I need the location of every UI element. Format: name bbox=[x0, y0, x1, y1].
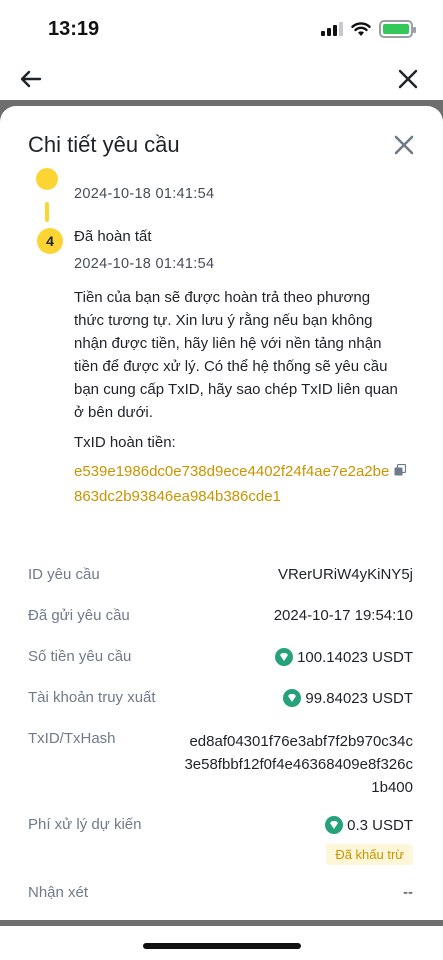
sheet-title: Chi tiết yêu cầu bbox=[28, 132, 180, 157]
txid-hash-label: TxID/TxHash bbox=[28, 730, 116, 747]
timeline-step-4-badge: 4 bbox=[37, 228, 63, 254]
retrieval-account-value: 99.84023 USDT bbox=[305, 689, 413, 707]
detail-row-processing-fee: Phí xử lý dự kiến 0.3 USDT Đã khấu trừ bbox=[28, 816, 413, 872]
sent-request-label: Đã gửi yêu cầu bbox=[28, 607, 130, 624]
home-indicator[interactable] bbox=[143, 943, 301, 949]
request-id-label: ID yêu cầu bbox=[28, 566, 100, 583]
sheet-close-icon[interactable] bbox=[393, 134, 415, 156]
back-arrow-icon[interactable] bbox=[16, 64, 46, 94]
requested-amount-value: 100.14023 USDT bbox=[297, 648, 413, 666]
timeline-step-4-title: Đã hoàn tất bbox=[74, 228, 152, 245]
request-id-value: VRerURiW4yKiNY5j bbox=[277, 566, 413, 583]
requested-amount: 100.14023 USDT bbox=[275, 648, 413, 666]
detail-row-txid-hash: TxID/TxHash ed8af04301f76e3abf7f2b970c34… bbox=[28, 730, 413, 800]
usdt-icon bbox=[325, 816, 344, 834]
txid-hash-value[interactable]: ed8af04301f76e3abf7f2b970c34c3e58fbbf12f… bbox=[183, 730, 413, 799]
usdt-icon bbox=[275, 648, 294, 666]
remark-value: -- bbox=[403, 884, 413, 901]
status-icons bbox=[321, 20, 416, 38]
remark-label: Nhận xét bbox=[28, 884, 89, 901]
processing-fee-value: 0.3 USDT bbox=[347, 816, 413, 834]
timeline-connector bbox=[45, 202, 49, 222]
battery-icon bbox=[379, 20, 416, 38]
timeline-step-4-timestamp: 2024-10-18 01:41:54 bbox=[74, 256, 215, 272]
timeline-step-4-description: Tiền của bạn sẽ được hoàn trả theo phươn… bbox=[74, 289, 398, 421]
usdt-icon bbox=[283, 689, 302, 707]
status-time: 13:19 bbox=[48, 18, 100, 40]
retrieval-account-label: Tài khoản truy xuất bbox=[28, 689, 156, 706]
request-detail-sheet: Chi tiết yêu cầu 2024-10-18 01:41:54 4 Đ… bbox=[0, 106, 443, 920]
top-nav bbox=[0, 58, 443, 104]
timeline-step-3-marker bbox=[36, 168, 58, 190]
close-icon[interactable] bbox=[393, 64, 423, 94]
refund-txid-link[interactable]: e539e1986dc0e738d9ece4402f24f4ae7e2a2be8… bbox=[74, 459, 390, 509]
copy-icon[interactable] bbox=[394, 464, 406, 476]
refund-txid-label: TxID hoàn tiền: bbox=[74, 434, 176, 451]
retrieval-account: 99.84023 USDT bbox=[283, 689, 413, 707]
deducted-badge: Đã khấu trừ bbox=[326, 844, 413, 865]
sent-request-value: 2024-10-17 19:54:10 bbox=[273, 607, 413, 624]
processing-fee-label: Phí xử lý dự kiến bbox=[28, 816, 142, 833]
timeline-step-3-timestamp: 2024-10-18 01:41:54 bbox=[74, 186, 215, 202]
processing-fee: 0.3 USDT bbox=[325, 816, 413, 834]
signal-icon bbox=[321, 22, 343, 36]
status-bar: 13:19 bbox=[0, 0, 443, 58]
requested-amount-label: Số tiền yêu cầu bbox=[28, 648, 132, 665]
wifi-icon bbox=[351, 21, 371, 36]
